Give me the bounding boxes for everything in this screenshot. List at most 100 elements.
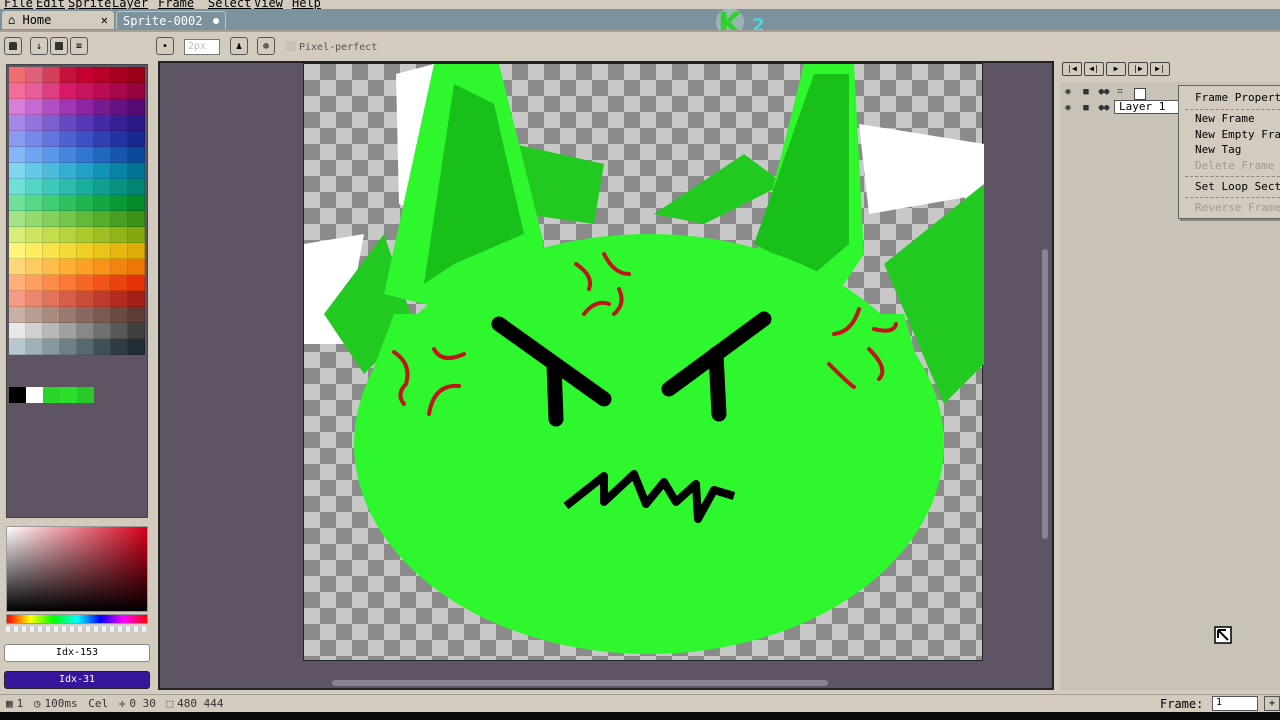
- palette-swatch[interactable]: [77, 99, 94, 115]
- palette-swatch[interactable]: [111, 99, 128, 115]
- palette-swatch[interactable]: [43, 323, 60, 339]
- palette-swatch[interactable]: [77, 83, 94, 99]
- palette-swatch[interactable]: [9, 307, 26, 323]
- palette-swatch[interactable]: [26, 163, 43, 179]
- menu-item-set-loop-section[interactable]: Set Loop Section: [1195, 180, 1280, 193]
- palette-swatch[interactable]: [94, 131, 111, 147]
- square-icon[interactable]: [50, 37, 68, 55]
- palette-swatch[interactable]: [128, 131, 145, 147]
- palette-swatch[interactable]: [60, 307, 77, 323]
- frame-input[interactable]: 1: [1212, 696, 1258, 711]
- palette-swatch[interactable]: [60, 163, 77, 179]
- palette-swatch[interactable]: [26, 291, 43, 307]
- palette-swatch[interactable]: [94, 339, 111, 355]
- palette-swatch[interactable]: [9, 163, 26, 179]
- palette-swatch[interactable]: [77, 339, 94, 355]
- palette-swatch[interactable]: [111, 211, 128, 227]
- palette-swatch[interactable]: [26, 115, 43, 131]
- palette-swatch[interactable]: [77, 67, 94, 83]
- menu-edit[interactable]: Edit: [36, 0, 65, 9]
- palette-swatch[interactable]: [60, 275, 77, 291]
- vertical-scrollbar[interactable]: [1042, 249, 1048, 539]
- palette-swatch[interactable]: [26, 243, 43, 259]
- palette-swatch[interactable]: [43, 99, 60, 115]
- arrow-down-icon[interactable]: ↓: [30, 37, 48, 55]
- palette-swatch[interactable]: [60, 99, 77, 115]
- palette-swatch[interactable]: [77, 147, 94, 163]
- layer-continuous-icon[interactable]: ●●: [1098, 102, 1110, 114]
- palette-swatch[interactable]: [60, 387, 77, 403]
- palette-swatch[interactable]: [94, 259, 111, 275]
- palette-swatch[interactable]: [43, 227, 60, 243]
- palette-swatch[interactable]: [111, 259, 128, 275]
- palette-swatch[interactable]: [77, 131, 94, 147]
- palette-swatch[interactable]: [128, 115, 145, 131]
- palette-swatch[interactable]: [60, 323, 77, 339]
- menu-select[interactable]: Select: [208, 0, 251, 9]
- palette-swatch[interactable]: [9, 99, 26, 115]
- palette-swatch[interactable]: [9, 323, 26, 339]
- palette-swatch[interactable]: [60, 227, 77, 243]
- unsaved-dot-icon[interactable]: [213, 18, 219, 24]
- continuous-icon[interactable]: ●●: [1098, 86, 1110, 98]
- palette-swatch[interactable]: [26, 211, 43, 227]
- next-frame-icon[interactable]: |▶: [1128, 62, 1148, 76]
- palette-swatch[interactable]: [60, 179, 77, 195]
- palette-swatch[interactable]: [111, 115, 128, 131]
- sprite-editor[interactable]: [158, 61, 1054, 690]
- palette-swatch[interactable]: [111, 339, 128, 355]
- palette-swatch[interactable]: [94, 115, 111, 131]
- palette-swatch[interactable]: [94, 99, 111, 115]
- palette-swatch[interactable]: [111, 163, 128, 179]
- visibility-icon[interactable]: ◉: [1062, 86, 1074, 98]
- palette-swatch[interactable]: [94, 323, 111, 339]
- close-tab-icon[interactable]: ✕: [101, 11, 108, 29]
- menu-layer[interactable]: Layer: [112, 0, 148, 9]
- palette-swatch[interactable]: [128, 323, 145, 339]
- palette-swatch[interactable]: [94, 147, 111, 163]
- palette-swatch[interactable]: [43, 259, 60, 275]
- palette-swatch[interactable]: [94, 211, 111, 227]
- background-color-field[interactable]: Idx-31: [4, 671, 150, 689]
- palette-swatch[interactable]: [9, 227, 26, 243]
- horizontal-scrollbar[interactable]: [332, 680, 828, 686]
- palette-swatch[interactable]: [128, 67, 145, 83]
- layer-lock-icon[interactable]: ■: [1080, 102, 1092, 114]
- palette-swatch[interactable]: [60, 211, 77, 227]
- palette-swatch[interactable]: [60, 291, 77, 307]
- palette-swatch[interactable]: [43, 131, 60, 147]
- palette-swatch[interactable]: [111, 227, 128, 243]
- palette-swatch[interactable]: [128, 339, 145, 355]
- palette-swatch[interactable]: [111, 291, 128, 307]
- palette-swatch[interactable]: [94, 275, 111, 291]
- palette-swatch[interactable]: [77, 259, 94, 275]
- palette-swatch[interactable]: [128, 243, 145, 259]
- palette-swatch[interactable]: [26, 387, 43, 403]
- palette-swatch[interactable]: [94, 243, 111, 259]
- menu-item-new-frame[interactable]: New Frame: [1195, 112, 1255, 125]
- palette-swatch[interactable]: [111, 243, 128, 259]
- palette-swatch[interactable]: [111, 83, 128, 99]
- lock-icon[interactable]: ■: [1080, 86, 1092, 98]
- palette-swatch[interactable]: [60, 131, 77, 147]
- palette-swatch[interactable]: [94, 67, 111, 83]
- palette-extra-row[interactable]: [9, 387, 94, 403]
- palette-swatch[interactable]: [26, 83, 43, 99]
- palette-swatch[interactable]: [111, 147, 128, 163]
- palette-swatch[interactable]: [9, 67, 26, 83]
- palette-swatch[interactable]: [43, 243, 60, 259]
- palette-swatch[interactable]: [128, 179, 145, 195]
- palette-swatch[interactable]: [26, 323, 43, 339]
- palette-swatch[interactable]: [26, 339, 43, 355]
- play-icon[interactable]: ▶: [1106, 62, 1126, 76]
- palette-swatch[interactable]: [77, 291, 94, 307]
- ink-icon[interactable]: ♟: [230, 37, 248, 55]
- palette-swatch[interactable]: [9, 275, 26, 291]
- palette-swatch[interactable]: [26, 227, 43, 243]
- palette-swatch[interactable]: [43, 67, 60, 83]
- palette-swatch[interactable]: [26, 179, 43, 195]
- palette-swatch[interactable]: [77, 307, 94, 323]
- palette-swatch[interactable]: [128, 227, 145, 243]
- palette-swatch[interactable]: [94, 163, 111, 179]
- palette-swatch[interactable]: [43, 147, 60, 163]
